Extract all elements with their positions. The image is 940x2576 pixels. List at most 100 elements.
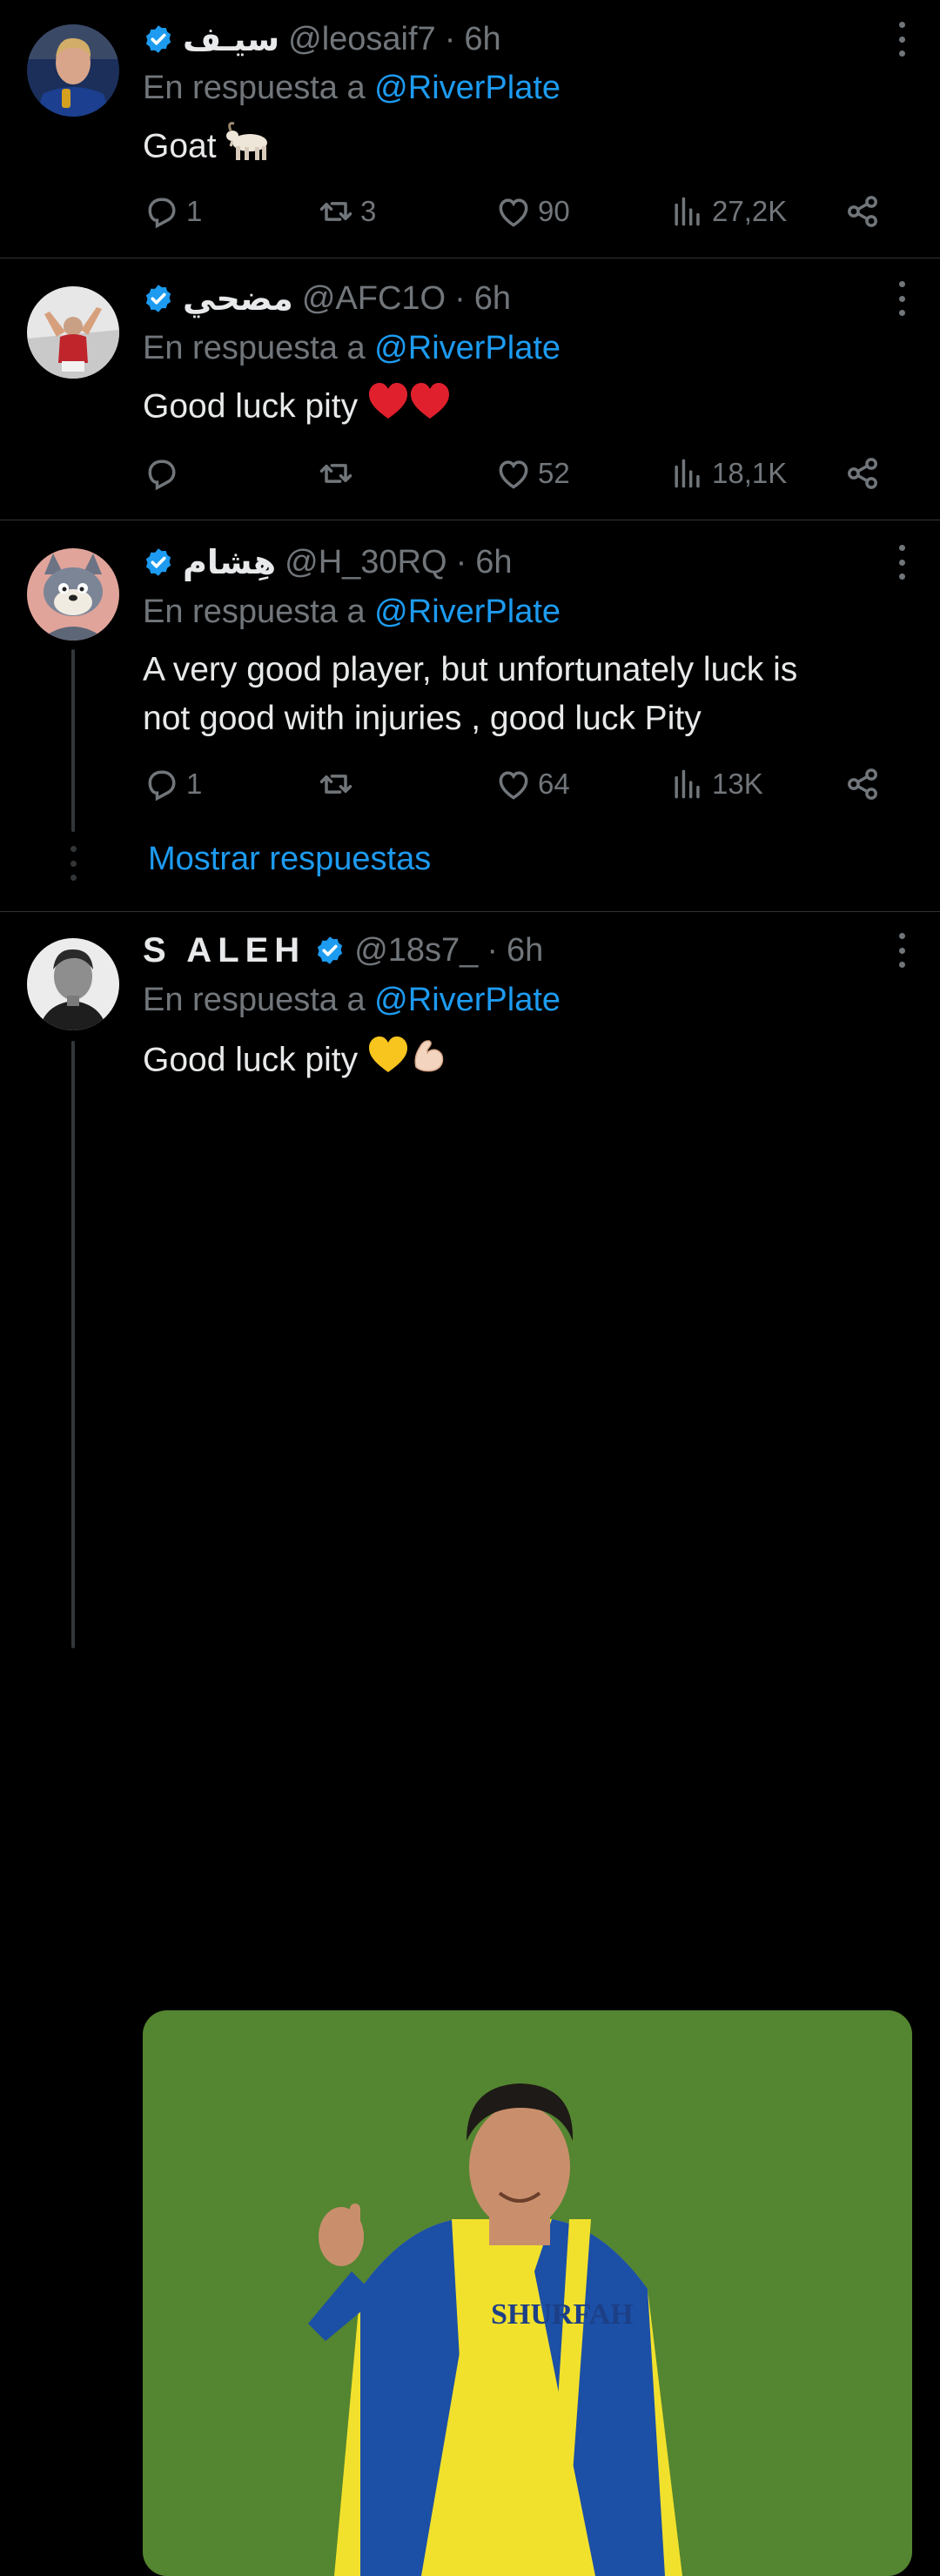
separator: · [455, 543, 467, 580]
reply-context: En respuesta a @RiverPlate [143, 982, 561, 1019]
goat-emoji-icon [225, 120, 276, 176]
reply-prefix: En respuesta a [143, 70, 366, 106]
reply-context: En respuesta a @RiverPlate [143, 330, 561, 367]
tweet[interactable]: سيـف @leosaif7 · 6h En respuesta a @Rive… [0, 0, 940, 258]
shirt-sponsor-text: SHURFAH [491, 2298, 634, 2331]
tweet-media-image[interactable]: SHURFAH [143, 2010, 912, 2576]
reply-mention-link[interactable]: @RiverPlate [374, 594, 561, 630]
analytics-icon [675, 769, 700, 799]
tweet-text-content: Good luck pity [143, 1041, 359, 1079]
handle[interactable]: @18s7_ [354, 932, 478, 969]
reply-prefix: En respuesta a [143, 982, 366, 1018]
more-options-icon[interactable] [895, 933, 909, 968]
verified-badge-icon [318, 936, 343, 964]
tweet-text-line: A very good player, but unfortunately lu… [143, 651, 798, 688]
more-options-icon[interactable] [895, 545, 909, 580]
avatar[interactable] [27, 24, 119, 117]
share-icon [848, 458, 877, 489]
display-name[interactable]: هِشام [183, 543, 276, 582]
display-name[interactable]: S ALEH [143, 931, 306, 970]
reply-context: En respuesta a @RiverPlate [143, 594, 561, 631]
more-options-icon[interactable] [895, 22, 909, 57]
tweet[interactable]: هِشام @H_30RQ · 6h En respuesta a @River… [0, 520, 940, 911]
handle[interactable]: @AFC1O [302, 280, 446, 318]
share-button[interactable] [843, 762, 882, 806]
reply-prefix: En respuesta a [143, 594, 366, 630]
tweet[interactable]: S ALEH @18s7_ · 6h En respuesta a @River… [0, 912, 940, 2576]
avatar[interactable] [27, 286, 119, 379]
tweet-header: سيـف @leosaif7 · 6h [143, 15, 879, 64]
tweet-text: A very good player, but unfortunately lu… [143, 646, 879, 743]
display-name[interactable]: سيـف [183, 20, 279, 59]
tweet[interactable]: مضحي @AFC1O · 6h En respuesta a @RiverPl… [0, 258, 940, 520]
timestamp[interactable]: 6h [474, 280, 511, 318]
reply-button[interactable]: 1 [143, 762, 202, 806]
like-count: 90 [538, 195, 570, 227]
tweet-text: Good luck pity [143, 380, 879, 436]
views-button[interactable]: 18,1K [668, 452, 787, 495]
retweet-button[interactable] [317, 452, 360, 495]
verified-badge-icon [145, 25, 171, 53]
reply-mention-link[interactable]: @RiverPlate [374, 70, 561, 106]
yellow-heart-and-bicep-emoji-icon [367, 1034, 447, 1090]
retweet-count: 3 [360, 195, 377, 227]
share-icon [848, 768, 877, 800]
reply-icon [148, 770, 176, 802]
thread-dots-icon [69, 846, 77, 881]
tweet-text-content: Good luck pity [143, 387, 359, 426]
tweet-header: مضحي @AFC1O · 6h [143, 274, 879, 323]
show-replies-link[interactable]: Mostrar respuestas [148, 841, 431, 878]
retweet-icon [319, 464, 352, 483]
views-button[interactable]: 27,2K [668, 190, 787, 233]
tweet-header: هِشام @H_30RQ · 6h [143, 538, 879, 587]
thread-line [71, 1041, 75, 1648]
timestamp[interactable]: 6h [464, 21, 500, 58]
timestamp[interactable]: 6h [507, 932, 543, 969]
share-button[interactable] [843, 452, 882, 495]
tweet-actions: 52 18,1K [143, 452, 883, 495]
like-button[interactable]: 52 [494, 452, 570, 495]
retweet-button[interactable] [317, 762, 360, 806]
reply-context: En respuesta a @RiverPlate [143, 70, 561, 107]
views-count: 18,1K [712, 457, 788, 489]
reply-icon [148, 198, 176, 229]
avatar[interactable] [27, 938, 119, 1030]
analytics-icon [675, 197, 700, 226]
timeline-feed: سيـف @leosaif7 · 6h En respuesta a @Rive… [0, 0, 940, 2576]
reply-mention-link[interactable]: @RiverPlate [374, 330, 561, 366]
timestamp[interactable]: 6h [475, 544, 512, 581]
separator: · [454, 279, 466, 317]
red-heart-emoji-icon [367, 380, 453, 436]
thread-line [71, 649, 75, 832]
analytics-icon [675, 459, 700, 488]
display-name[interactable]: مضحي [183, 279, 293, 319]
reply-count: 1 [186, 768, 203, 800]
like-button[interactable]: 90 [494, 190, 570, 233]
reply-button[interactable]: 1 [143, 190, 202, 233]
tweet-text: Goat [143, 120, 879, 176]
share-button[interactable] [843, 190, 882, 233]
verified-badge-icon [145, 548, 171, 576]
tweet-actions: 1 64 13K [143, 762, 883, 806]
avatar[interactable] [27, 548, 119, 641]
like-count: 64 [538, 768, 570, 800]
views-button[interactable]: 13K [668, 762, 763, 806]
reply-mention-link[interactable]: @RiverPlate [374, 982, 561, 1018]
retweet-button[interactable]: 3 [317, 190, 376, 233]
handle[interactable]: @H_30RQ [285, 544, 446, 581]
share-icon [848, 196, 877, 227]
reply-button[interactable] [143, 452, 186, 495]
views-count: 13K [712, 768, 763, 800]
heart-icon [499, 198, 528, 227]
like-button[interactable]: 64 [494, 762, 570, 806]
reply-prefix: En respuesta a [143, 330, 366, 366]
heart-icon [499, 460, 528, 489]
like-count: 52 [538, 457, 570, 489]
tweet-actions: 1 3 90 27,2K [143, 190, 883, 233]
views-count: 27,2K [712, 195, 788, 227]
separator: · [487, 931, 498, 969]
separator: · [444, 20, 456, 57]
handle[interactable]: @leosaif7 [288, 21, 436, 58]
more-options-icon[interactable] [895, 281, 909, 316]
verified-badge-icon [145, 285, 171, 312]
